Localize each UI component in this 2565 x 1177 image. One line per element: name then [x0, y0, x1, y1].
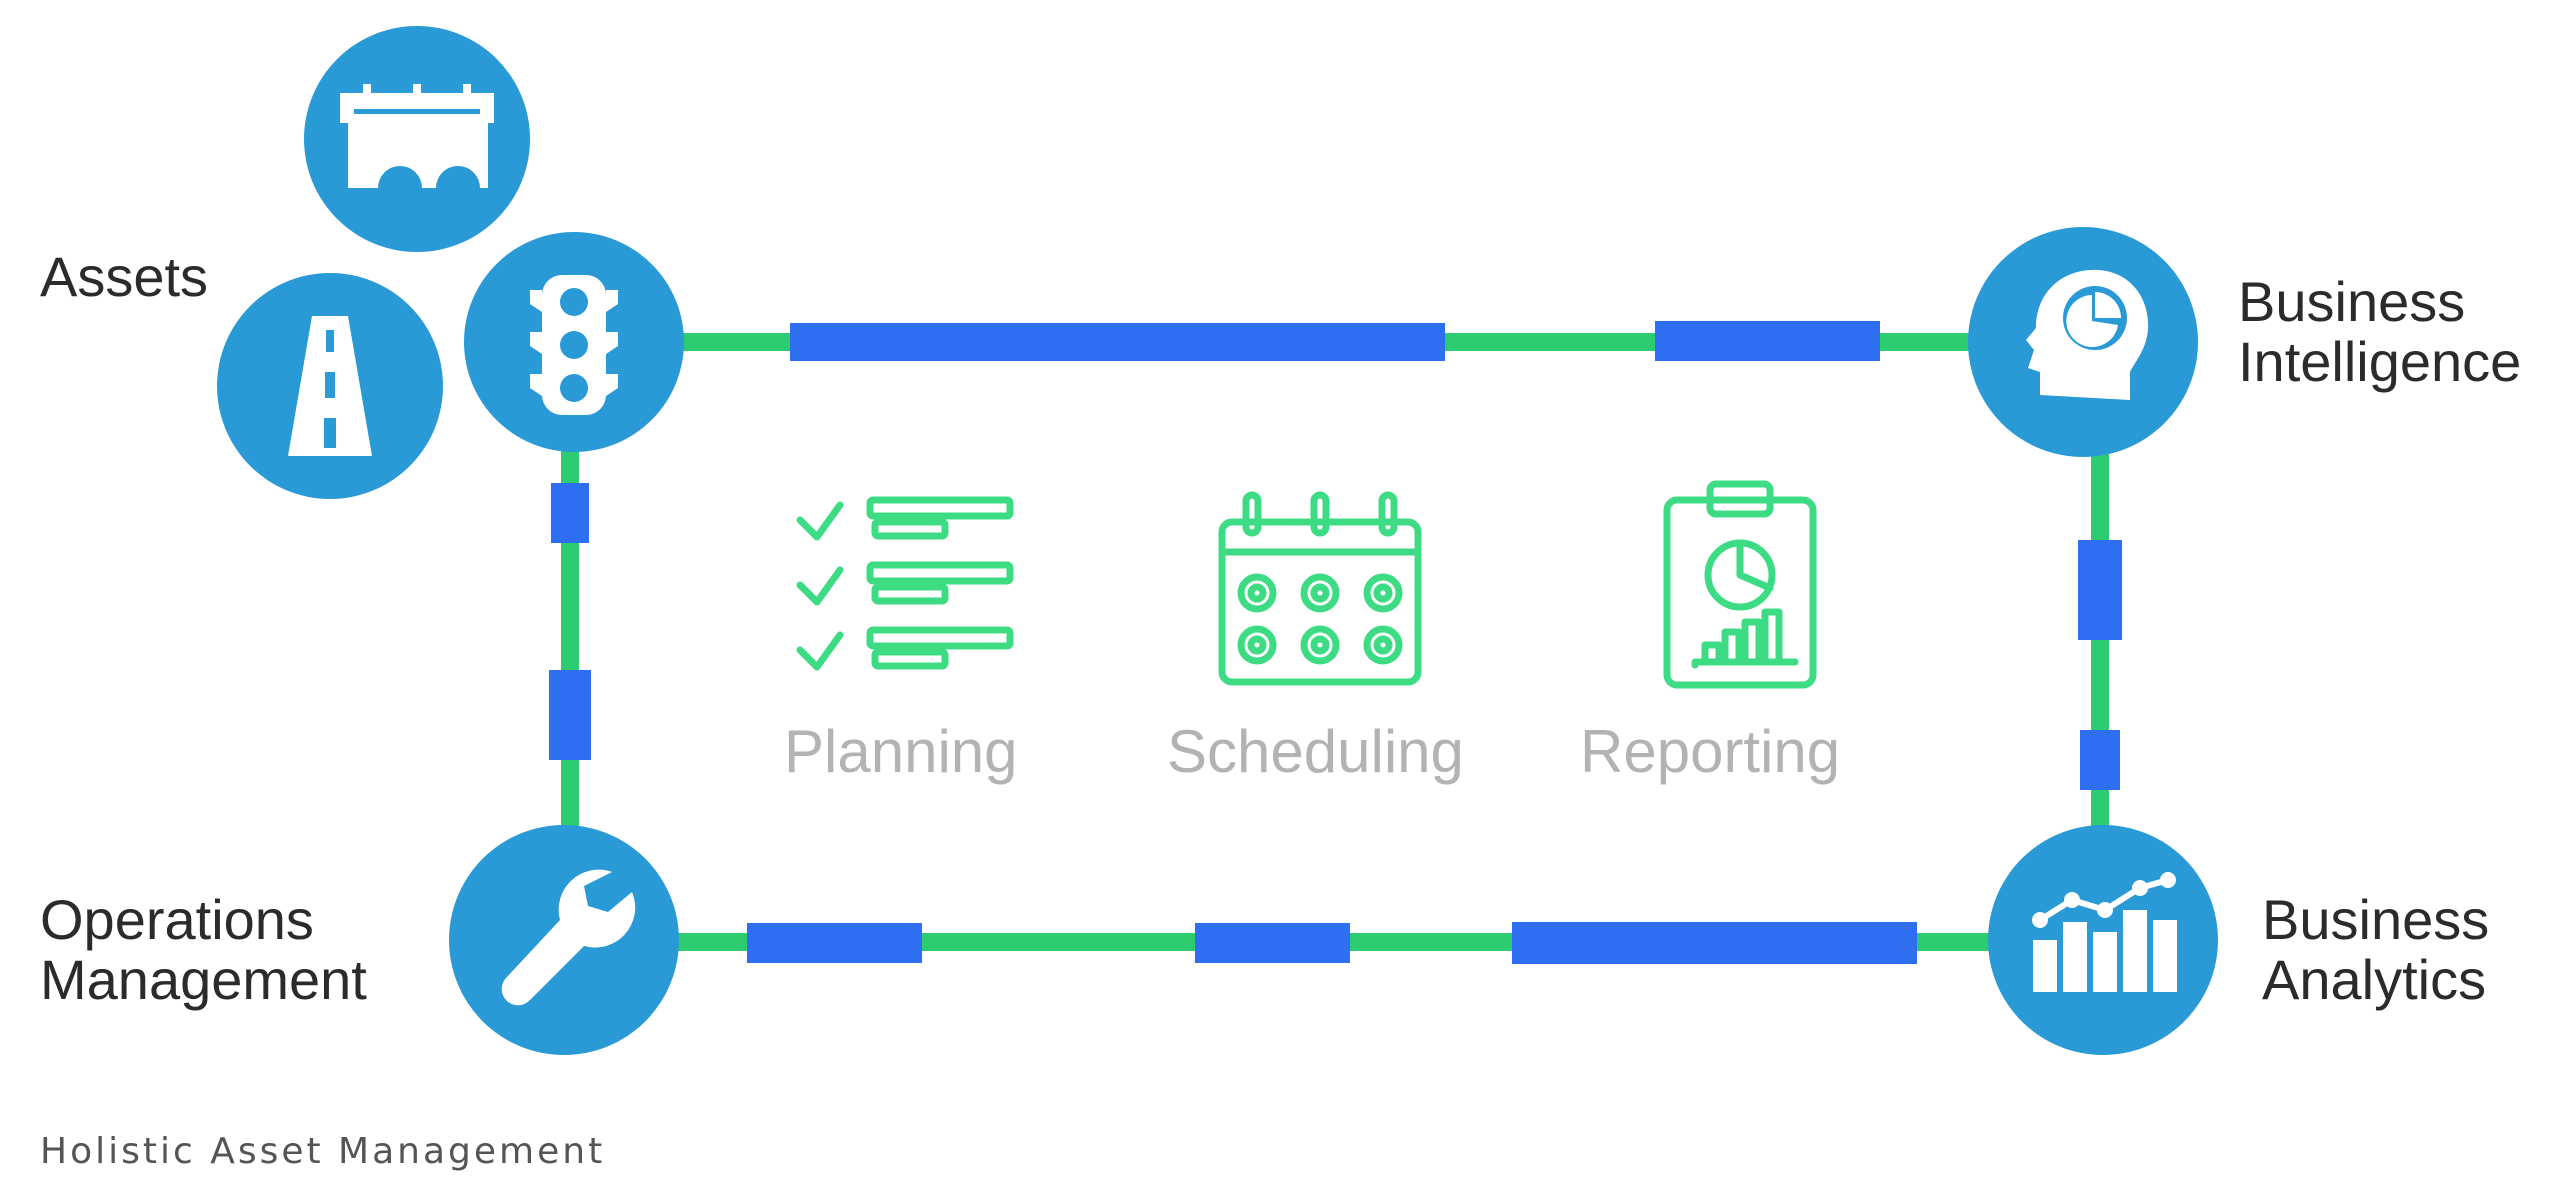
calendar-icon [1218, 491, 1422, 686]
business-analytics-label: Business Analytics [2262, 890, 2489, 1010]
dash-right-2 [2080, 730, 2120, 790]
business-intelligence-node [1968, 227, 2198, 457]
dash-right-1 [2078, 540, 2122, 640]
traffic-light-node [464, 232, 684, 452]
operations-management-label: Operations Management [40, 890, 367, 1010]
dash-left-1 [551, 483, 589, 543]
operations-management-label-line-1: Operations [40, 888, 314, 951]
bridge-node [304, 26, 530, 252]
checklist-icon [796, 496, 1014, 671]
task-label-planning: Planning [784, 718, 1018, 785]
asset-management-diagram: Assets Business Intelligence Operations … [0, 0, 2565, 1177]
diagram-canvas [217, 26, 2218, 1055]
operations-management-node [449, 825, 679, 1055]
operations-management-label-line-2: Management [40, 948, 367, 1011]
business-intelligence-label: Business Intelligence [2238, 272, 2521, 392]
task-label-reporting: Reporting [1580, 718, 1841, 785]
business-intelligence-label-line-1: Business [2238, 270, 2466, 333]
business-intelligence-label-line-2: Intelligence [2238, 330, 2522, 393]
dash-bottom-1 [747, 923, 922, 963]
dash-top-2 [1655, 321, 1880, 361]
assets-label: Assets [40, 247, 208, 307]
clipboard-report-icon [1663, 480, 1817, 689]
dash-bottom-3 [1512, 922, 1917, 964]
dash-bottom-2 [1195, 923, 1350, 963]
task-label-scheduling: Scheduling [1167, 718, 1464, 785]
business-analytics-label-line-1: Business [2262, 888, 2490, 951]
dash-top-1 [790, 323, 1445, 361]
assets-label-text: Assets [40, 245, 209, 308]
assets-node-group [217, 26, 684, 499]
business-analytics-label-line-2: Analytics [2262, 948, 2487, 1011]
diagram-caption: Holistic Asset Management [40, 1131, 606, 1172]
dash-left-2 [549, 670, 591, 760]
traffic-light-icon [530, 275, 618, 415]
road-node [217, 273, 443, 499]
business-analytics-node [1988, 825, 2218, 1055]
